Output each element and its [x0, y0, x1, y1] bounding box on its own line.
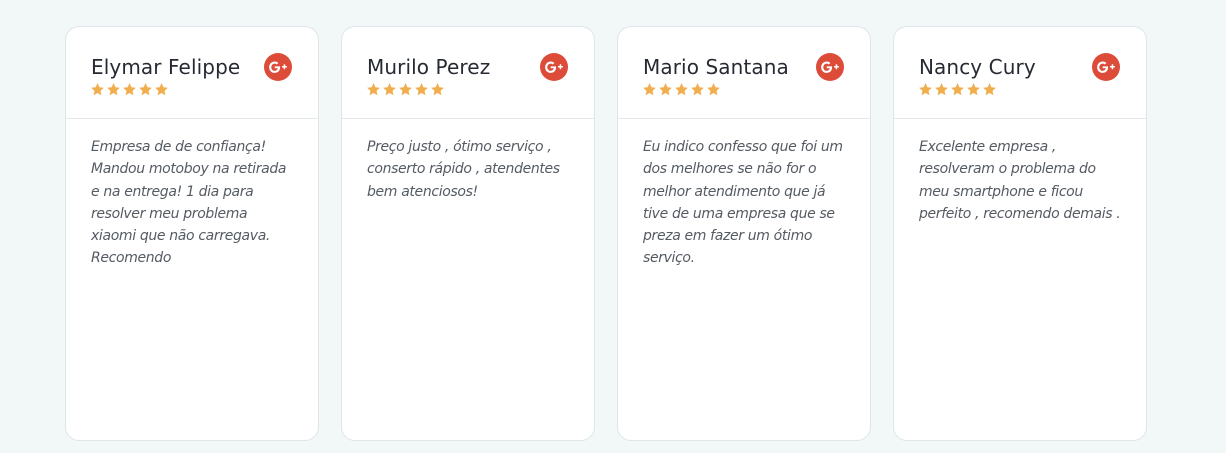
review-text: Excelente empresa , resolveram o problem… [919, 139, 1121, 222]
review-card: Elymar Felippe Empresa de de confiança! … [65, 26, 319, 441]
review-card: Nancy Cury Excelente empresa , resolvera… [893, 26, 1147, 441]
review-card: Mario Santana Eu indico confesso que foi… [617, 26, 871, 441]
reviewer-name: Mario Santana [643, 55, 789, 79]
star-icon [691, 83, 704, 96]
google-plus-icon [264, 53, 292, 81]
review-card: Murilo Perez Preço justo , ótimo serviço… [341, 26, 595, 441]
star-icon [367, 83, 380, 96]
star-icon [107, 83, 120, 96]
google-plus-icon [1092, 53, 1120, 81]
star-icon [383, 83, 396, 96]
star-icon [983, 83, 996, 96]
star-icon [675, 83, 688, 96]
reviewer-name: Elymar Felippe [91, 55, 241, 79]
review-text: Preço justo , ótimo serviço , conserto r… [367, 139, 560, 200]
star-icon [951, 83, 964, 96]
star-icon [91, 83, 104, 96]
reviewer-name: Nancy Cury [919, 55, 1036, 79]
star-icon [919, 83, 932, 96]
review-card-header: Mario Santana [618, 27, 870, 119]
star-rating [918, 82, 997, 97]
review-text: Empresa de de confiança! Mandou motoboy … [91, 139, 287, 267]
star-rating [642, 82, 721, 97]
star-icon [123, 83, 136, 96]
reviewer-name: Murilo Perez [367, 55, 491, 79]
review-card-header: Murilo Perez [342, 27, 594, 119]
review-text: Eu indico confesso que foi um dos melhor… [643, 139, 843, 267]
star-icon [431, 83, 444, 96]
review-card-header: Nancy Cury [894, 27, 1146, 119]
star-rating [90, 82, 169, 97]
star-icon [139, 83, 152, 96]
reviews-list: Elymar Felippe Empresa de de confiança! … [65, 26, 1147, 441]
star-icon [707, 83, 720, 96]
google-plus-icon [816, 53, 844, 81]
star-icon [659, 83, 672, 96]
star-icon [935, 83, 948, 96]
star-icon [399, 83, 412, 96]
star-icon [155, 83, 168, 96]
star-rating [366, 82, 445, 97]
google-plus-icon [540, 53, 568, 81]
star-icon [415, 83, 428, 96]
star-icon [967, 83, 980, 96]
star-icon [643, 83, 656, 96]
review-card-header: Elymar Felippe [66, 27, 318, 119]
